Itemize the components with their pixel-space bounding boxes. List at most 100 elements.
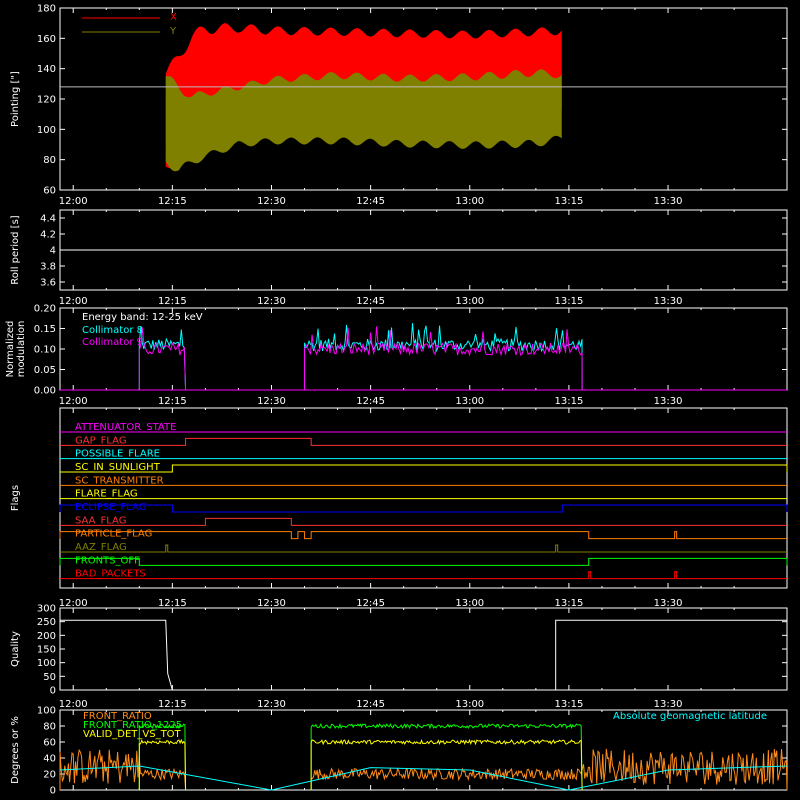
modulation-trace (304, 323, 583, 391)
y-axis-label: modulation (16, 321, 27, 378)
y-tick-label: 0.15 (34, 324, 56, 335)
y-tick-label: 100 (37, 125, 56, 136)
modulation-trace (304, 326, 583, 391)
legend-label: VALID_DET_VS_TOT (83, 729, 182, 740)
x-tick-label: 13:15 (554, 196, 583, 207)
x-tick-label: 12:15 (158, 296, 187, 307)
x-tick-label: 12:45 (356, 396, 385, 407)
flag-label: FRONTS_OFF (75, 555, 140, 566)
x-tick-label: 12:00 (59, 396, 88, 407)
x-tick-label: 13:30 (654, 396, 683, 407)
y-tick-label: 80 (43, 155, 56, 166)
flag-label: GAP_FLAG (75, 435, 127, 446)
x-tick-label: 12:45 (356, 196, 385, 207)
ratio-trace (138, 738, 187, 791)
y-tick-label: 3.6 (40, 278, 56, 289)
modulation-trace (138, 327, 187, 391)
y-tick-label: 60 (43, 738, 56, 749)
y-tick-label: 100 (37, 658, 56, 669)
modulation-trace (138, 326, 187, 391)
x-tick-label: 13:15 (554, 396, 583, 407)
y-tick-label: 0 (50, 786, 56, 797)
legend-label: X (170, 12, 177, 23)
flag-trace (59, 531, 787, 540)
roll-period-panel: 12:00 12:15 12:30 12:45 13:00 13:15 13:30 3.6 3.… (10, 209, 788, 307)
flag-label: AAZ_FLAG (75, 542, 127, 553)
y-axis-label: Pointing ["] (10, 71, 21, 127)
x-tick-label: 12:00 (59, 598, 88, 609)
pointing-panel: 12:00 12:15 12:30 12:45 13:00 13:15 13:30 60 80 1… (10, 4, 788, 207)
modulation-panel: 12:00 12:15 12:30 12:45 13:00 13:15 13:30 0.00 0… (5, 304, 788, 407)
x-tick-label: 13:30 (654, 196, 683, 207)
flag-label: PARTICLE_FLAG (75, 529, 152, 540)
flags-panel-frame (59, 407, 788, 589)
flag-label: SC_TRANSMITTER (75, 475, 164, 486)
x-tick-label: 13:00 (455, 396, 484, 407)
x-tick-label: 13:30 (654, 699, 683, 710)
y-axis-label: Flags (10, 485, 21, 511)
flag-label: POSSIBLE_FLARE (75, 449, 160, 460)
flag-label: SAA_FLAG (75, 515, 126, 526)
flag-trace (60, 464, 788, 473)
x-tick-label: 12:15 (158, 598, 187, 609)
y-tick-label: 300 (37, 604, 56, 615)
legend-label: Collimator 9 (82, 337, 143, 348)
x-tick-label: 13:00 (455, 196, 484, 207)
x-tick-label: 12:00 (59, 296, 88, 307)
y-tick-label: 0.20 (34, 304, 56, 315)
y-tick-label: 0.05 (34, 365, 56, 376)
y-axis-label: Degrees or % (10, 716, 21, 784)
flag-label: BAD_PACKETS (75, 569, 146, 580)
y-axis-label: Roll period [s] (10, 215, 21, 284)
ratio-trace (310, 722, 583, 791)
y-tick-label: 0 (50, 686, 56, 697)
x-tick-label: 13:15 (554, 598, 583, 609)
flag-label: SC_IN_SUNLIGHT (75, 462, 161, 473)
x-tick-label: 12:00 (59, 196, 88, 207)
x-tick-label: 12:15 (158, 396, 187, 407)
energy-band-label: Energy band: 12-25 keV (82, 312, 203, 323)
y-tick-label: 140 (37, 64, 56, 75)
y-tick-label: 80 (43, 722, 56, 733)
flag-label: ATTENUATOR_STATE (75, 422, 176, 433)
y-tick-label: 180 (37, 4, 56, 15)
x-tick-label: 13:30 (654, 598, 683, 609)
flag-trace (60, 437, 787, 446)
front-ratio-panel: 020406080100Degrees or % FRONT_RATIOFRONT… (10, 706, 788, 797)
flag-trace (60, 544, 787, 553)
y-axis-label: Quality (10, 631, 21, 667)
y-tick-label: 200 (37, 631, 56, 642)
quality-panel: 12:00 12:15 12:30 12:45 13:00 13:15 13:30 0 50 10… (10, 604, 788, 710)
flag-trace (60, 571, 787, 580)
x-tick-label: 12:15 (158, 699, 187, 710)
x-tick-label: 13:15 (554, 699, 583, 710)
x-tick-label: 12:45 (356, 598, 385, 609)
y-tick-label: 250 (37, 617, 56, 628)
y-tick-label: 40 (43, 754, 56, 765)
multi-panel-figure: 12:00 12:15 12:30 12:45 13:00 13:15 13:30 60 80 1… (5, 4, 788, 797)
flag-trace (60, 517, 787, 526)
x-tick-label: 12:15 (158, 196, 187, 207)
y-tick-label: 60 (43, 186, 56, 197)
x-tick-label: 12:45 (356, 296, 385, 307)
x-tick-label: 13:00 (455, 699, 484, 710)
y-tick-label: 0.00 (34, 386, 56, 397)
y-axis-label: Normalized (5, 321, 16, 378)
y-tick-label: 50 (43, 672, 56, 683)
flag-label: FLARE_FLAG (75, 489, 138, 500)
x-tick-label: 12:45 (356, 699, 385, 710)
x-tick-label: 12:30 (257, 296, 286, 307)
x-tick-label: 13:30 (654, 296, 683, 307)
x-tick-label: 13:00 (455, 598, 484, 609)
flag-label: ECLIPSE_FLAG (75, 502, 146, 513)
x-tick-label: 12:30 (257, 196, 286, 207)
y-tick-label: 0.10 (34, 345, 56, 356)
y-tick-label: 120 (37, 95, 56, 106)
x-tick-label: 13:00 (455, 296, 484, 307)
y-tick-label: 150 (37, 645, 56, 656)
quality-trace (60, 619, 787, 691)
y-tick-label: 100 (37, 706, 56, 717)
flag-trace (59, 504, 788, 513)
ratio-trace (59, 748, 187, 791)
legend-label: Collimator 8 (82, 325, 143, 336)
